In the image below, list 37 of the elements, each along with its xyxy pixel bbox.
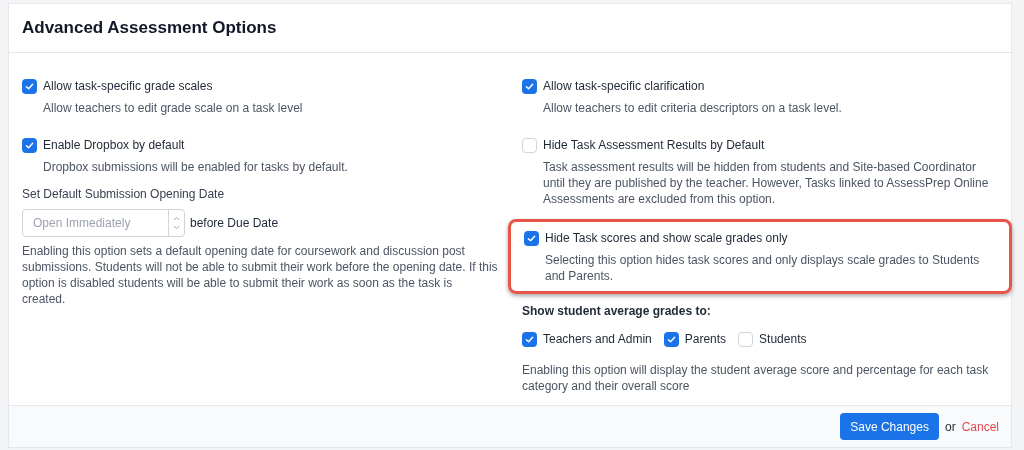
field-description: Enabling this option sets a default opening date for coursework and discussion post submissions. Students will not be able to submit their work before the opening date. If this option is disabled students will be able to submit their work as soon as the task is created. — [22, 243, 498, 307]
option-description: Allow teachers to edit grade scale on a task level — [42, 100, 304, 116]
cancel-link[interactable]: Cancel — [961, 417, 999, 436]
section-title: Advanced Assessment Options — [22, 17, 277, 40]
group-label: Show student average grades to: — [522, 303, 712, 320]
unchecked-checkbox[interactable] — [522, 137, 537, 153]
option-label: Hide Task scores and show scale grades only — [545, 230, 788, 247]
check-icon — [527, 233, 536, 243]
unchecked-checkbox[interactable] — [738, 331, 754, 347]
opening-date-select[interactable]: Open Immediately — [22, 209, 185, 237]
checkbox-label: Students — [759, 331, 807, 348]
option-description: Dropbox submissions will be enabled for tasks by default. — [42, 159, 349, 175]
checked-checkbox[interactable] — [22, 78, 37, 94]
option-label: Hide Task Assessment Results by Default — [543, 137, 765, 154]
option-label: Allow task-specific clarification — [543, 78, 705, 95]
option-description: Selecting this option hides task scores and only displays scale grades to Students and Parents. — [544, 252, 981, 284]
field-label: Set Default Submission Opening Date — [22, 186, 226, 203]
option-description: Task assessment results will be hidden from students and Site-based Coordinator until they are published by the teacher. However, Tasks linked to AssessPrep Online Assessments are excluded from this option. — [542, 159, 990, 207]
option-label: Enable Dropbox by default — [43, 137, 185, 154]
checked-checkbox[interactable] — [522, 331, 537, 347]
checked-checkbox[interactable] — [522, 78, 537, 94]
option-label: Allow task-specific grade scales — [43, 78, 213, 95]
option-description: Allow teachers to edit criteria descriptors on a task level. — [542, 100, 843, 116]
checked-checkbox[interactable] — [663, 331, 679, 347]
or-text: or — [944, 418, 956, 436]
save-changes-button[interactable]: Save Changes — [840, 413, 939, 440]
check-icon — [666, 334, 676, 344]
checked-checkbox[interactable] — [524, 230, 539, 246]
field-suffix: before Due Date — [190, 215, 279, 232]
check-icon — [25, 81, 34, 91]
checkbox-label: Teachers and Admin — [543, 331, 652, 348]
checkbox-label: Parents — [684, 331, 727, 348]
check-icon — [525, 334, 534, 344]
check-icon — [25, 140, 34, 150]
check-icon — [525, 81, 534, 91]
checked-checkbox[interactable] — [22, 137, 37, 153]
group-description: Enabling this option will display the student average score and percentage for each task category and their overall score — [522, 362, 990, 394]
